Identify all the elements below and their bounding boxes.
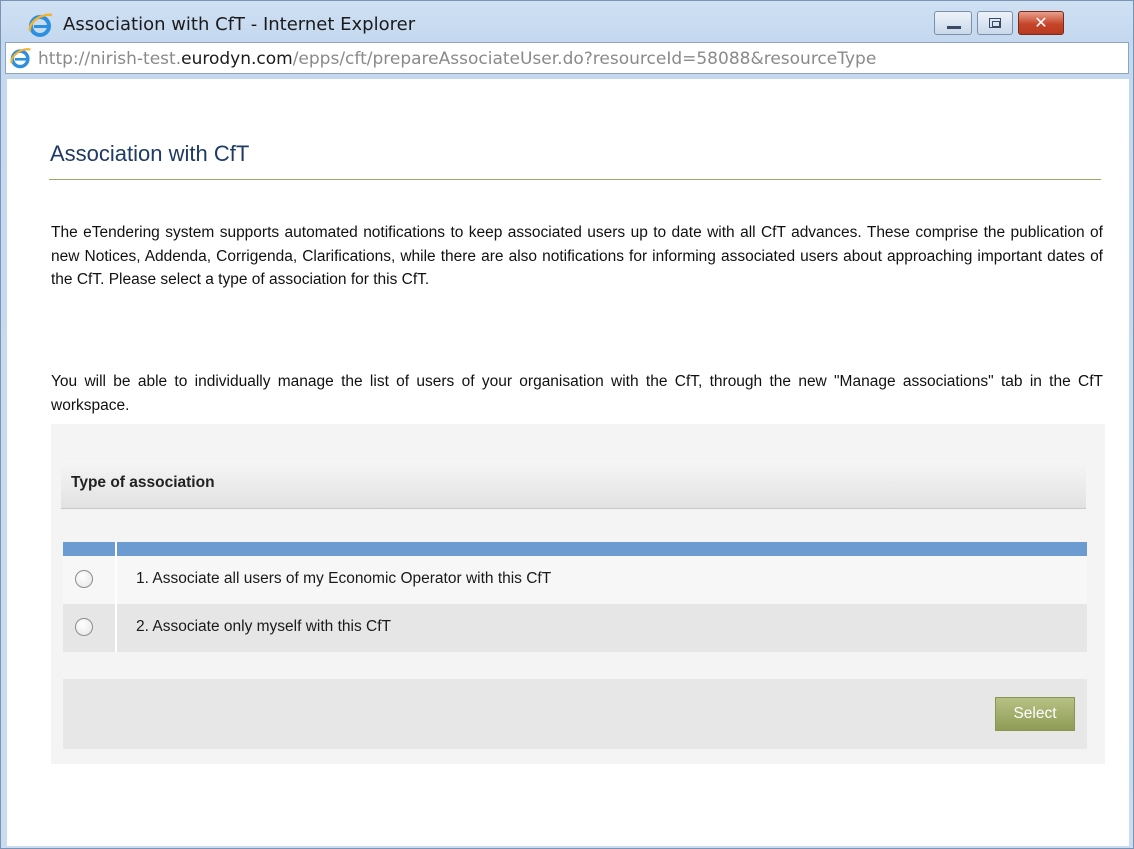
close-icon: ✕ xyxy=(1034,13,1048,32)
column-divider xyxy=(115,542,117,556)
association-option-radio[interactable] xyxy=(75,618,93,636)
table-row[interactable]: 2. Associate only myself with this CfT xyxy=(63,604,1087,652)
maximize-icon xyxy=(989,18,1001,28)
manage-associations-paragraph: You will be able to individually manage … xyxy=(51,373,1103,414)
option-label: 2. Associate only myself with this CfT xyxy=(136,618,391,635)
address-url: http://nirish-test.eurodyn.com/epps/cft/… xyxy=(38,49,876,69)
internet-explorer-icon xyxy=(10,48,31,69)
page-title: Association with CfT xyxy=(50,141,250,166)
minimize-icon xyxy=(947,26,961,29)
column-divider xyxy=(115,604,117,652)
url-prefix: http://nirish-test. xyxy=(38,49,182,69)
url-suffix: /epps/cft/prepareAssociateUser.do?resour… xyxy=(292,49,877,69)
select-button[interactable]: Select xyxy=(995,697,1075,731)
close-button[interactable]: ✕ xyxy=(1018,11,1064,35)
option-label: 1. Associate all users of my Economic Op… xyxy=(136,570,552,587)
column-divider xyxy=(115,556,117,604)
url-domain: eurodyn.com xyxy=(181,49,293,69)
association-panel: Type of association 1. Associate all use… xyxy=(51,424,1105,764)
internet-explorer-icon xyxy=(28,13,53,37)
dialog-content: Association with CfT The eTendering syst… xyxy=(7,79,1129,846)
title-divider xyxy=(49,179,1101,180)
maximize-button[interactable] xyxy=(977,11,1013,35)
window-titlebar[interactable]: Association with CfT - Internet Explorer… xyxy=(1,1,1133,39)
window-title: Association with CfT - Internet Explorer xyxy=(63,14,416,35)
browser-window: Association with CfT - Internet Explorer… xyxy=(0,0,1134,849)
minimize-button[interactable] xyxy=(934,11,972,35)
table-header-row xyxy=(63,542,1087,556)
action-bar: Select xyxy=(63,679,1087,749)
intro-paragraph: The eTendering system supports automated… xyxy=(51,224,1103,288)
section-header: Type of association xyxy=(61,460,1086,509)
section-title: Type of association xyxy=(71,474,215,491)
association-option-radio[interactable] xyxy=(75,570,93,588)
address-bar[interactable]: http://nirish-test.eurodyn.com/epps/cft/… xyxy=(5,42,1129,74)
association-options-table: 1. Associate all users of my Economic Op… xyxy=(63,542,1087,652)
table-row[interactable]: 1. Associate all users of my Economic Op… xyxy=(63,556,1087,604)
